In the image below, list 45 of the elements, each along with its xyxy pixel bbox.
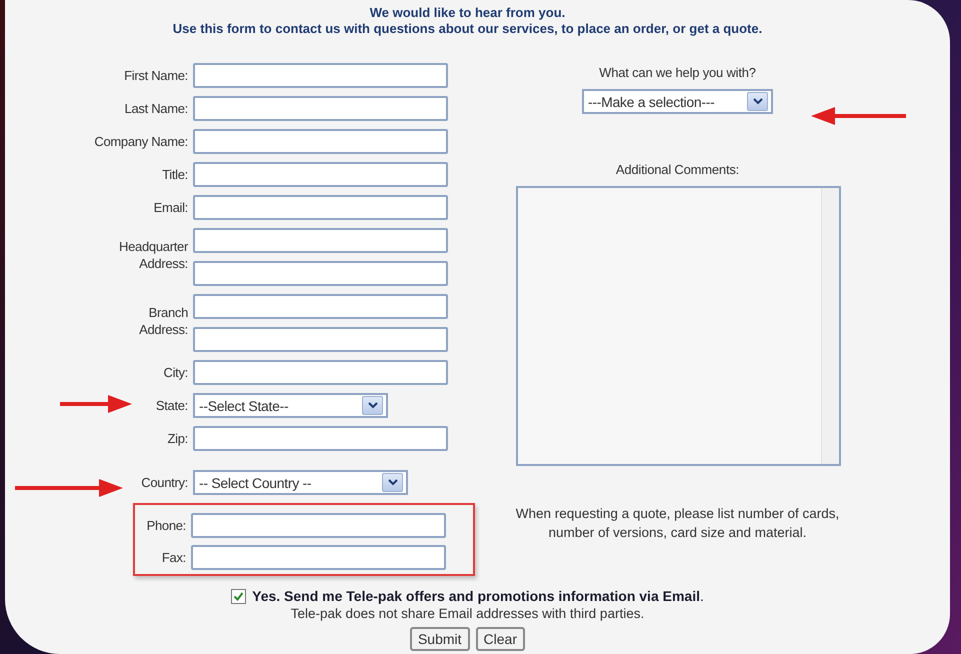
scrollbar[interactable] xyxy=(821,188,839,464)
field-label: Last Name: xyxy=(124,100,188,117)
field-label: First Name: xyxy=(124,67,188,84)
text-input[interactable] xyxy=(193,195,448,220)
pointer-arrow xyxy=(60,394,132,414)
field-label: Email: xyxy=(154,199,188,216)
opt-in-label: Yes. Send me Tele-pak offers and promotions information via Email. xyxy=(252,588,704,604)
dropdown-select[interactable]: -- Select Country -- xyxy=(193,470,408,495)
dropdown-select[interactable]: --Select State-- xyxy=(193,393,388,418)
field-label: City: xyxy=(163,364,188,381)
text-input[interactable] xyxy=(193,129,448,154)
text-input[interactable] xyxy=(193,261,448,286)
privacy-note: Tele-pak does not share Email addresses with third parties. xyxy=(290,606,646,621)
dropdown-caret-icon xyxy=(747,92,768,111)
field-label: Title: xyxy=(162,166,188,183)
dropdown-caret-icon xyxy=(382,473,403,492)
quote-note: When requesting a quote, please list number of cards, number of versions, card size and material. xyxy=(514,505,840,542)
field-label: Fax: xyxy=(162,549,186,566)
dropdown-caret-icon xyxy=(362,396,383,415)
text-input[interactable] xyxy=(193,426,448,451)
text-input[interactable] xyxy=(193,63,448,88)
text-input[interactable] xyxy=(193,162,448,187)
form-heading: We would like to hear from you. xyxy=(368,5,566,21)
form-button[interactable]: Submit xyxy=(410,627,470,651)
form-button[interactable]: Clear xyxy=(476,627,526,651)
text-input[interactable] xyxy=(191,545,446,570)
field-label: Country: xyxy=(141,474,188,491)
text-input[interactable] xyxy=(193,96,448,121)
text-input[interactable] xyxy=(193,294,448,319)
checkbox[interactable] xyxy=(231,588,246,604)
text-input[interactable] xyxy=(193,228,448,253)
field-label: Branch Address: xyxy=(139,304,188,338)
field-label: What can we help you with? xyxy=(599,65,756,80)
text-input[interactable] xyxy=(191,513,446,538)
dropdown-select[interactable]: ---Make a selection--- xyxy=(582,89,773,114)
field-label: Zip: xyxy=(168,430,188,447)
form-intro: Use this form to contact us with questions about our services, to place an order, or get a quote. xyxy=(172,21,764,37)
field-label: State: xyxy=(156,397,188,414)
comments-textarea[interactable] xyxy=(516,186,841,466)
field-label: Additional Comments: xyxy=(616,162,740,177)
field-label: Company Name: xyxy=(94,133,188,150)
field-label: Phone: xyxy=(146,517,186,534)
text-input[interactable] xyxy=(193,360,448,385)
text-input[interactable] xyxy=(193,327,448,352)
field-label: Headquarter Address: xyxy=(119,238,188,272)
